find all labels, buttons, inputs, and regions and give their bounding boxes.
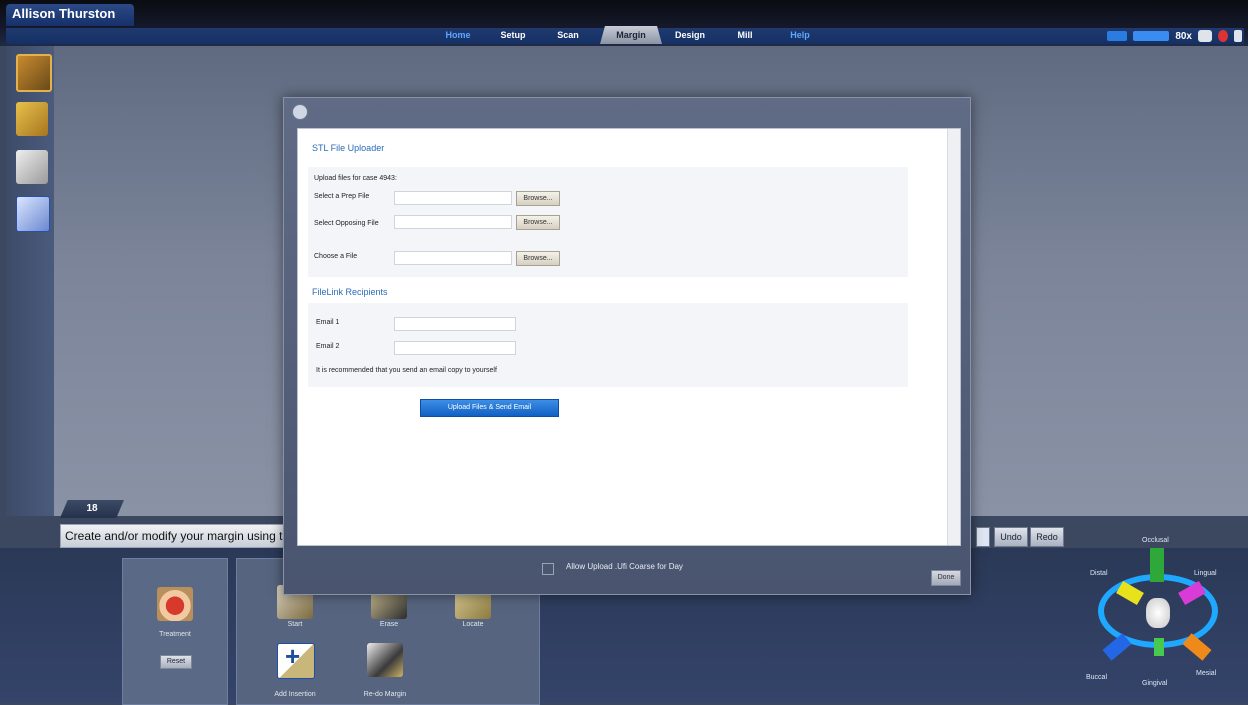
arrow-gingival-icon[interactable] [1154,638,1164,656]
settings-icon[interactable] [1218,30,1228,42]
email-1-input[interactable] [394,317,516,331]
choose-file-field[interactable] [394,251,512,265]
email-2-label: Email 2 [316,343,340,350]
left-toolbar [6,46,54,516]
done-button[interactable]: Done [931,570,961,586]
tooth-chart-icon[interactable] [1107,31,1128,41]
help-icon[interactable] [1234,30,1242,42]
treatment-icon[interactable] [157,587,193,621]
zoom-level: 80x [1175,30,1192,42]
top-bar: Allison Thurston Home Setup Scan Margin … [0,0,1248,46]
email-1-label: Email 1 [316,319,340,326]
status-end-cap [976,527,990,547]
recipients-title: FileLink Recipients [312,287,388,297]
redo-margin-label: Re-do Margin [363,691,407,698]
opposing-file-field[interactable] [394,215,512,229]
redo-button[interactable]: Redo [1030,527,1064,547]
redo-margin-icon[interactable] [367,643,403,677]
margin-tool-icon[interactable] [16,54,52,92]
tooth-model-icon[interactable] [1146,598,1170,628]
start-label: Start [287,621,303,628]
choose-file-label: Choose a File [314,253,358,260]
tab-setup[interactable]: Setup [492,26,534,44]
upload-dialog: STL File Uploader Upload files for case … [283,97,971,595]
header-tools: 80x [1107,27,1242,45]
treatment-label: Treatment [159,631,191,638]
reset-button[interactable]: Reset [160,655,192,669]
tooth-number-tab[interactable]: 18 [60,500,124,518]
tab-help[interactable]: Help [784,26,816,44]
dialog-content: STL File Uploader Upload files for case … [297,128,961,546]
nav-label-occlusal: Occlusal [1142,537,1169,544]
nav-label-lingual: Lingual [1194,570,1217,577]
nav-label-distal: Distal [1090,570,1108,577]
arrow-occlusal-icon[interactable] [1150,548,1164,582]
auto-margin-icon[interactable] [16,102,48,136]
opposing-file-label: Select Opposing File [314,220,379,227]
allow-upload-checkbox[interactable] [542,563,554,575]
nav-label-buccal: Buccal [1086,674,1108,681]
treatment-panel: Treatment Reset [122,558,228,705]
add-insertion-icon[interactable]: + [277,641,315,679]
erase-label: Erase [379,621,399,628]
status-message: Create and/or modify your margin using t… [60,524,292,548]
browse-prep-button[interactable]: Browse... [516,191,560,206]
scrollbar[interactable] [947,129,960,545]
nav-label-mesial: Mesial [1196,670,1217,677]
recommendation-note: It is recommended that you send an email… [316,367,497,374]
tab-margin[interactable]: Margin [600,26,662,44]
upload-intro: Upload files for case 4943: [314,175,397,182]
prep-file-label: Select a Prep File [314,193,370,200]
email-2-input[interactable] [394,341,516,355]
tab-mill[interactable]: Mill [730,26,760,44]
locate-label: Locate [462,621,484,628]
allow-upload-label: Allow Upload .Ufi Coarse for Day [566,562,683,571]
user-name: Allison Thurston [6,4,134,26]
browse-opposing-button[interactable]: Browse... [516,215,560,230]
tooth-tool-icon[interactable] [16,150,48,184]
view-icon[interactable] [1133,31,1170,41]
tab-design[interactable]: Design [668,26,712,44]
add-insertion-label: Add Insertion [274,691,316,698]
upload-and-send-button[interactable]: Upload Files & Send Email [420,399,559,417]
tab-scan[interactable]: Scan [550,26,586,44]
prep-file-field[interactable] [394,191,512,205]
rotate-tool-icon[interactable] [16,196,50,232]
undo-button[interactable]: Undo [994,527,1028,547]
uploader-title: STL File Uploader [312,143,385,153]
dialog-app-icon [292,104,308,120]
camera-icon[interactable] [1198,30,1212,42]
nav-label-gingival: Gingival [1142,680,1168,687]
browse-choose-button[interactable]: Browse... [516,251,560,266]
tab-home[interactable]: Home [440,26,476,44]
plus-icon: + [285,641,301,671]
